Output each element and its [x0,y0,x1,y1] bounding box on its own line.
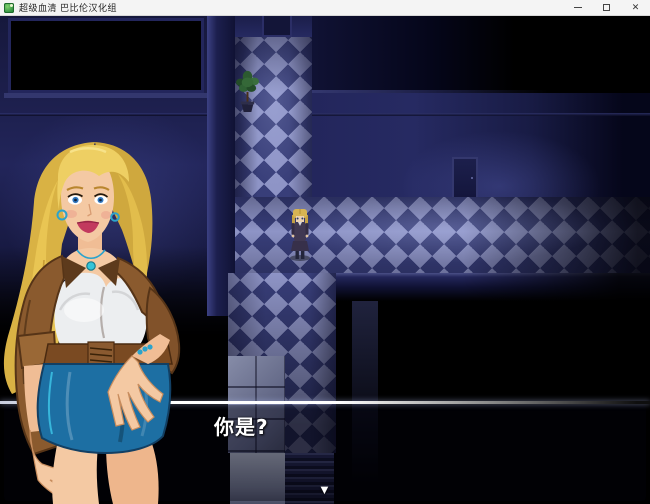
game-window: 超级血清 巴比伦汉化组 ✕ 你是? ▼ [0,0,650,504]
app-icon [4,2,14,13]
continue-indicator-icon[interactable]: ▼ [318,482,331,497]
window-title: 超级血清 巴比伦汉化组 [19,3,118,13]
maximize-icon [603,4,610,11]
game-viewport[interactable]: 你是? ▼ [0,16,650,504]
corridor-end-door [262,16,292,37]
ledge-shadow-fade [336,273,650,301]
minimize-icon [573,7,582,8]
floor-shading [235,37,312,197]
wall-light-glow [390,126,610,197]
close-icon: ✕ [631,2,640,12]
window-controls: ✕ [563,0,650,15]
wall-seam [312,113,650,116]
minimize-button[interactable] [563,0,592,15]
blonde-pixel-character [290,209,310,261]
window-sill [4,93,208,98]
dialogue-text: 你是? [214,415,269,439]
corridor-west-wall [207,16,235,316]
potted-plant-icon [236,70,259,113]
north-wall-door [452,157,478,197]
wall-top-edge [312,90,650,93]
dark-window-opening [8,18,204,93]
maximize-button[interactable] [592,0,621,15]
title-bar[interactable]: 超级血清 巴比伦汉化组 ✕ [0,0,650,16]
close-button[interactable]: ✕ [621,0,650,15]
upper-dark-wall [312,16,650,93]
blonde-woman-bust-portrait [3,142,181,504]
